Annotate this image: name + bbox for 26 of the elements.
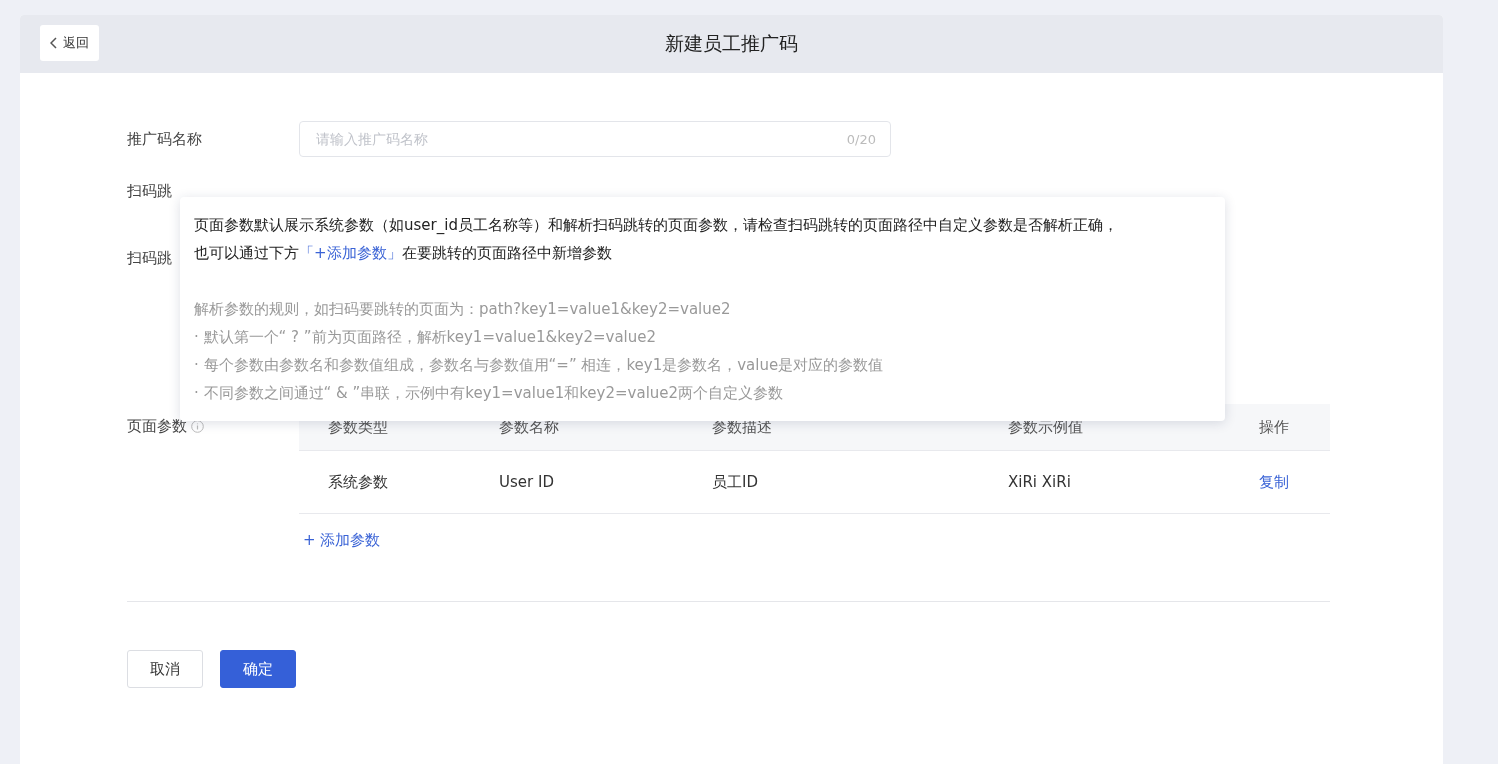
- info-icon[interactable]: [191, 420, 204, 433]
- field-label: 扫码跳: [127, 249, 172, 268]
- table-cell-text: XiRi XiRi: [1007, 473, 1072, 491]
- chevron-left-icon: [50, 37, 58, 49]
- rules-title: 解析参数的规则，如扫码要跳转的页面为：path?key1=value1&key2=value2: [194, 299, 732, 320]
- field-label: 页面参数: [127, 417, 187, 436]
- column-header: 操作: [1258, 417, 1290, 437]
- tooltip-text: 也可以通过下方「+添加参数」在要跳转的页面路径中新增参数: [194, 243, 613, 264]
- table-cell-text: User ID: [498, 473, 555, 491]
- cancel-button[interactable]: 取消: [127, 650, 203, 688]
- field-label: 推广码名称: [127, 130, 202, 148]
- add-param-link[interactable]: 「+添加参数」: [299, 244, 402, 262]
- add-param-button[interactable]: + 添加参数: [303, 531, 381, 550]
- copy-link[interactable]: 复制: [1259, 472, 1289, 491]
- back-button[interactable]: 返回: [40, 25, 99, 61]
- rule-item: · 不同参数之间通过“ & ”串联，示例中有key1=value1和key2=value2两个自定义参数: [194, 383, 785, 404]
- table-cell-text: 系统参数: [327, 472, 389, 492]
- column-header: 参数名称: [498, 417, 560, 437]
- tooltip-text: 页面参数默认展示系统参数（如user_id员工名称等）和解析扫码跳转的页面参数，请检查扫码跳转的页面路径中自定义参数是否解析正确，: [194, 215, 1119, 236]
- field-label: 扫码跳: [127, 182, 172, 201]
- rule-item: · 每个参数由参数名和参数值组成，参数名与参数值用“=” 相连，key1是参数名，value是对应的参数值: [194, 355, 885, 376]
- confirm-button[interactable]: 确定: [220, 650, 296, 688]
- rule-item: · 默认第一个“ ? ”前为页面路径，解析key1=value1&key2=value2: [194, 327, 658, 348]
- table-cell-text: 员工ID: [711, 472, 759, 492]
- page-title: 新建员工推广码: [665, 31, 798, 56]
- char-counter: 0/20: [846, 131, 876, 147]
